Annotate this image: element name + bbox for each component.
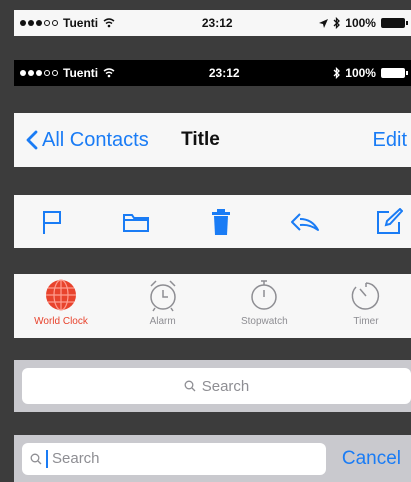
navigation-bar: All Contacts Title Edit [14,113,411,167]
chevron-left-icon [26,130,38,150]
time-label: 23:12 [201,16,233,30]
bluetooth-icon [333,67,341,79]
back-button[interactable]: All Contacts [26,129,149,152]
search-icon [30,453,42,464]
search-bar-active: Search Cancel [14,435,411,482]
search-bar-idle: Search [14,360,411,412]
alarm-clock-icon [149,280,176,312]
folder-icon [123,213,150,232]
status-right: 100% [333,66,408,80]
signal-dots-icon [20,20,58,26]
status-bar-light: Tuenti 23:12 100% [14,10,411,36]
location-arrow-icon [319,18,329,28]
tab-world-clock[interactable]: World Clock [26,278,96,327]
folder-button[interactable] [120,206,152,238]
search-placeholder: Search [52,450,100,467]
tab-label: World Clock [34,316,88,327]
battery-percent: 100% [345,16,376,30]
tab-timer[interactable]: Timer [331,278,401,327]
battery-percent: 100% [345,66,376,80]
search-icon [184,380,196,392]
trash-button[interactable] [205,206,237,238]
globe-icon [46,279,76,311]
page-title: Title [181,129,220,150]
cancel-button[interactable]: Cancel [342,448,401,470]
battery-icon [380,68,408,78]
status-left: Tuenti [20,66,115,80]
tab-stopwatch[interactable]: Stopwatch [229,278,299,327]
timer-icon [351,282,380,310]
compose-icon [377,207,403,234]
status-left: Tuenti [20,16,115,30]
bluetooth-icon [333,17,341,29]
wifi-icon [103,18,115,28]
carrier-label: Tuenti [63,16,99,30]
search-input-active[interactable]: Search [22,442,326,475]
wifi-icon [103,68,115,78]
compose-button[interactable] [373,206,405,238]
edit-button[interactable]: Edit [373,129,407,152]
flag-button[interactable] [36,206,68,238]
time-label: 23:12 [208,66,240,80]
text-caret [46,449,48,468]
tab-label: Alarm [149,316,176,327]
signal-dots-icon [20,70,58,76]
reply-icon [290,212,319,231]
flag-icon [43,210,61,234]
toolbar [14,195,411,248]
back-label: All Contacts [42,128,149,151]
status-bar-dark: Tuenti 23:12 100% [14,60,411,86]
search-placeholder: Search [201,377,250,395]
tab-label: Stopwatch [240,316,288,327]
stopwatch-icon [251,280,278,310]
trash-icon [211,208,230,235]
tab-alarm[interactable]: Alarm [128,278,198,327]
tab-label: Timer [353,316,379,327]
tab-bar: World Clock Alarm Stopwatch Timer [14,274,411,338]
battery-icon [380,18,408,28]
status-right: 100% [319,16,408,30]
reply-button[interactable] [289,206,321,238]
carrier-label: Tuenti [63,66,99,80]
search-input[interactable]: Search [22,368,411,404]
